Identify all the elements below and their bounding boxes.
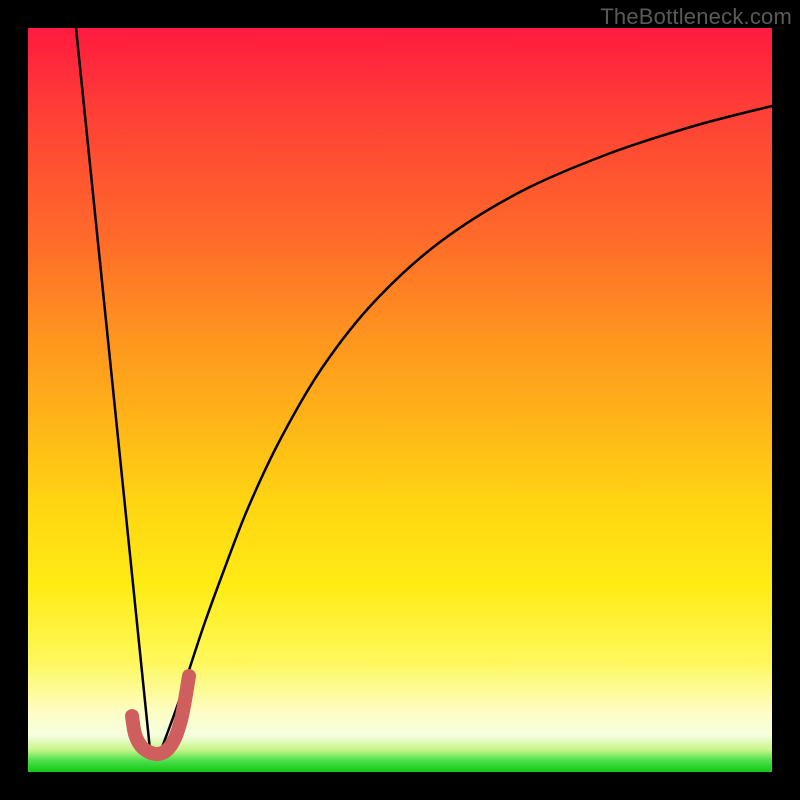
curve-left-arm [76, 28, 150, 750]
frame: TheBottleneck.com [0, 0, 800, 800]
plot-area [28, 28, 772, 772]
curve-right-arm [161, 106, 772, 750]
curve-hook [132, 676, 189, 754]
watermark-text: TheBottleneck.com [600, 4, 792, 30]
chart-svg [28, 28, 772, 772]
